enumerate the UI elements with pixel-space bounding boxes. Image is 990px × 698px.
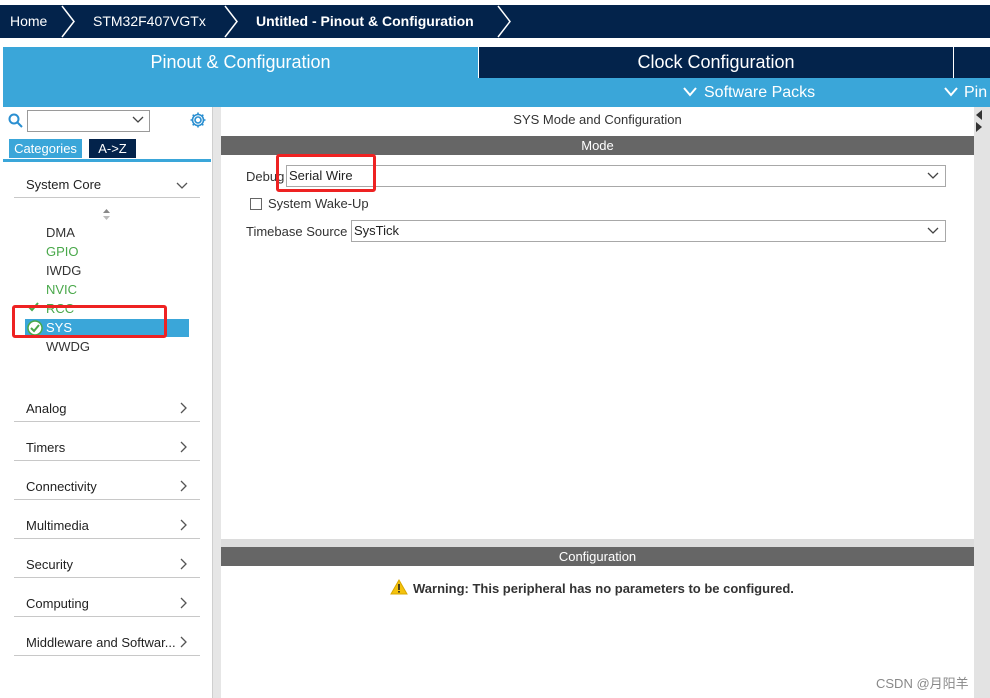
peripheral-iwdg[interactable]: IWDG (46, 262, 81, 280)
breadcrumb-home[interactable]: Home (10, 5, 47, 38)
arrow-right-icon[interactable] (975, 122, 983, 132)
right-scroll-edge[interactable] (974, 107, 990, 698)
tab-a-to-z[interactable]: A->Z (89, 139, 136, 158)
category-label: Computing (26, 596, 89, 611)
breadcrumb-chevron-icon (497, 5, 511, 38)
panel-title: SYS Mode and Configuration (513, 112, 682, 127)
chevron-right-icon (180, 519, 187, 531)
software-packs-menu[interactable]: Software Packs (704, 78, 815, 107)
tab-pinout-configuration[interactable]: Pinout & Configuration (3, 47, 478, 78)
breadcrumb-chevron-icon (224, 5, 238, 38)
warning-text: Warning: This peripheral has no paramete… (413, 581, 794, 596)
peripheral-nvic[interactable]: NVIC (46, 281, 77, 299)
category-label: System Core (26, 177, 102, 192)
warning-message: Warning: This peripheral has no paramete… (390, 578, 794, 598)
peripheral-gpio[interactable]: GPIO (46, 243, 79, 261)
category-label: Middleware and Softwar... (26, 635, 176, 650)
tab-clock-configuration[interactable]: Clock Configuration (479, 47, 953, 78)
chevron-down-icon (927, 172, 939, 179)
category-analog[interactable]: Analog (14, 394, 200, 422)
category-middleware[interactable]: Middleware and Softwar... (14, 628, 200, 656)
chevron-down-icon (176, 182, 188, 189)
chevron-right-icon (180, 597, 187, 609)
category-label: Security (26, 557, 73, 572)
category-security[interactable]: Security (14, 550, 200, 578)
category-computing[interactable]: Computing (14, 589, 200, 617)
breadcrumb-chevron-icon (61, 5, 75, 38)
chevron-down-icon (944, 87, 958, 97)
warning-icon (390, 578, 408, 595)
watermark-text: CSDN @月阳羊 (876, 676, 969, 691)
mode-section-header: Mode (221, 136, 974, 155)
sort-arrows-icon[interactable] (102, 209, 111, 221)
category-connectivity[interactable]: Connectivity (14, 472, 200, 500)
category-label: Timers (26, 440, 66, 455)
breadcrumb-current[interactable]: Untitled - Pinout & Configuration (256, 5, 474, 38)
panel-splitter[interactable] (221, 539, 974, 547)
highlight-box-sys (12, 305, 167, 338)
system-wakeup-label: System Wake-Up (268, 196, 369, 211)
breadcrumb: Home STM32F407VGTx Untitled - Pinout & C… (0, 5, 990, 38)
search-icon (8, 113, 23, 128)
debug-select[interactable]: Serial Wire (286, 165, 946, 187)
gear-icon[interactable] (189, 111, 207, 129)
peripheral-dma[interactable]: DMA (46, 224, 75, 242)
category-system-core[interactable]: System Core (14, 170, 200, 198)
category-label: Connectivity (26, 479, 97, 494)
sub-toolbar: Software Packs Pin (3, 78, 990, 107)
chevron-right-icon (180, 636, 187, 648)
system-wakeup-checkbox[interactable] (250, 198, 262, 210)
category-timers[interactable]: Timers (14, 433, 200, 461)
category-label: Multimedia (26, 518, 89, 533)
tab-categories[interactable]: Categories (9, 139, 82, 158)
chevron-right-icon (180, 558, 187, 570)
tab-extra[interactable] (954, 47, 990, 78)
highlight-box-debug (276, 154, 376, 192)
chevron-right-icon (180, 480, 187, 492)
chevron-right-icon (180, 402, 187, 414)
tab-underline (3, 159, 211, 162)
category-multimedia[interactable]: Multimedia (14, 511, 200, 539)
timebase-select-value: SysTick (354, 223, 400, 238)
arrow-left-icon[interactable] (975, 110, 983, 120)
chevron-down-icon (683, 87, 697, 97)
pinout-menu[interactable]: Pin (964, 78, 987, 107)
timebase-source-label: Timebase Source (246, 224, 348, 239)
breadcrumb-device[interactable]: STM32F407VGTx (93, 5, 206, 38)
chevron-down-icon (927, 227, 939, 234)
chevron-down-icon (132, 116, 144, 123)
chevron-right-icon (180, 441, 187, 453)
search-input[interactable] (27, 110, 150, 132)
sidebar-scrollbar[interactable] (212, 107, 221, 698)
category-label: Analog (26, 401, 67, 416)
peripheral-wwdg[interactable]: WWDG (46, 338, 90, 356)
timebase-source-select[interactable]: SysTick (351, 220, 946, 242)
configuration-section-header: Configuration (221, 547, 974, 566)
